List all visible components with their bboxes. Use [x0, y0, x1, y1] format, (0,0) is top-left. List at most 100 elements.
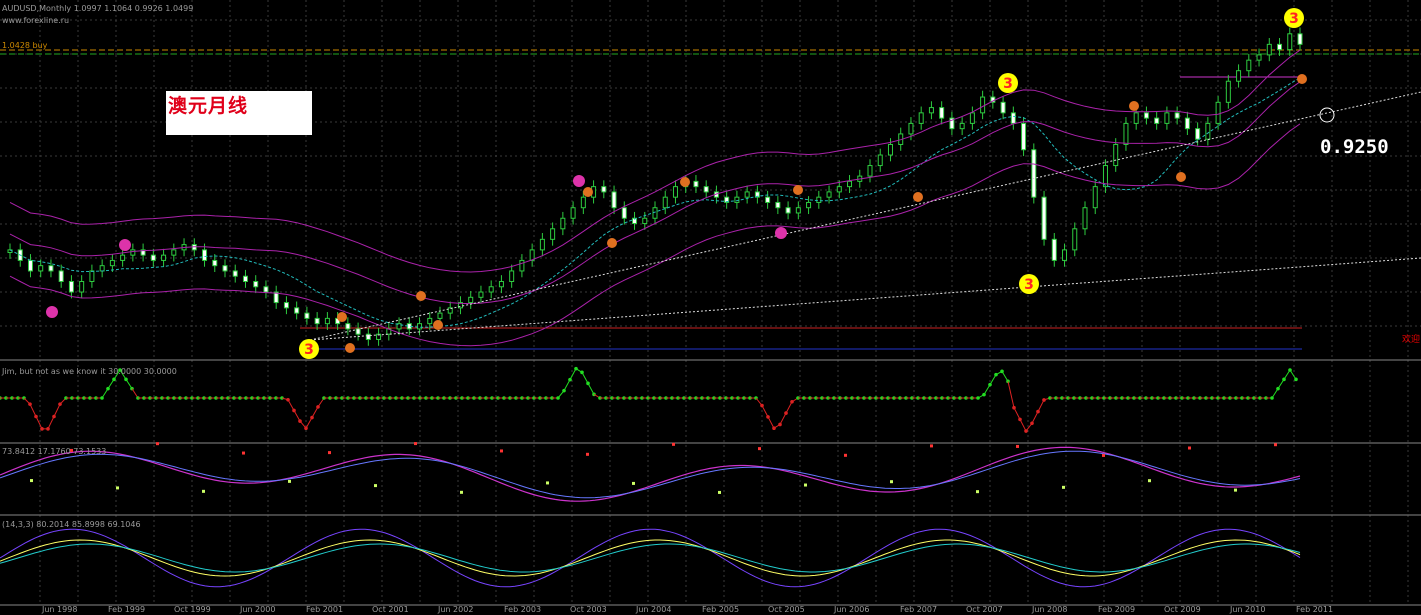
candle-body — [437, 312, 443, 319]
candle-body — [345, 323, 351, 330]
bollinger-outer-band — [9, 49, 1301, 273]
candle-body — [468, 296, 474, 304]
stoch-k-line — [0, 528, 1301, 588]
candle-body — [1287, 33, 1293, 51]
osc1-line — [29, 403, 37, 417]
fractal-marker — [345, 343, 355, 353]
osc2-signal-dot — [1274, 443, 1277, 447]
candle-body — [744, 191, 750, 198]
wave-3-label: 3 — [1024, 277, 1034, 293]
candle-body — [601, 186, 607, 193]
x-tick-label: Jun 2010 — [1230, 605, 1266, 614]
candle-body — [365, 333, 371, 340]
candle-body — [1041, 196, 1047, 240]
wave-3-label: 3 — [304, 342, 314, 358]
osc1-line — [287, 399, 295, 411]
x-tick-label: Feb 2003 — [504, 605, 542, 614]
candle-body — [1195, 128, 1201, 140]
osc1-line — [1031, 411, 1039, 424]
fractal-marker — [337, 312, 347, 322]
candle-body — [550, 228, 556, 240]
candle-body — [1225, 80, 1231, 103]
candle-body — [1297, 33, 1303, 45]
candle-body — [1236, 70, 1242, 82]
osc1-line — [1019, 419, 1027, 432]
osc1-line — [779, 412, 787, 425]
candle-body — [1266, 43, 1272, 56]
x-tick-label: Oct 2007 — [966, 605, 1003, 614]
candle-body — [1143, 112, 1149, 119]
osc1-line — [563, 379, 571, 391]
osc1-line — [569, 368, 577, 380]
candle-body — [1277, 43, 1283, 51]
wave-1-marker — [119, 239, 131, 251]
osc2-signal-dot — [328, 451, 331, 455]
candle-body — [27, 259, 33, 272]
osc2-signal-dot — [1234, 488, 1237, 492]
x-tick-label: Jun 2000 — [240, 605, 276, 614]
osc2-signal-dot — [890, 480, 893, 484]
candle-body — [611, 191, 617, 209]
source-text: www.forexline.ru — [2, 16, 70, 25]
stoch-signal-line — [0, 543, 1301, 573]
osc2-signal-dot — [758, 447, 761, 451]
candle-body — [1031, 149, 1037, 198]
osc1-line — [581, 372, 589, 384]
candle-body — [58, 270, 64, 282]
candle-body — [1092, 186, 1098, 209]
wave-1-marker — [46, 306, 58, 318]
osc2-signal-dot — [804, 483, 807, 487]
candle-body — [560, 217, 566, 230]
candle-body — [1154, 117, 1160, 124]
x-tick-label: Feb 2001 — [306, 605, 344, 614]
candle-body — [150, 254, 156, 261]
candle-body — [1164, 112, 1170, 124]
candle-body — [324, 317, 330, 325]
candle-body — [171, 249, 177, 256]
candle-body — [847, 180, 853, 188]
osc2-signal-dot — [202, 489, 205, 493]
candle-body — [1123, 122, 1129, 145]
candle-body — [417, 323, 423, 330]
fractal-marker — [1129, 101, 1139, 111]
x-tick-label: Feb 2009 — [1098, 605, 1136, 614]
osc1-dot — [46, 427, 50, 431]
candle-body — [38, 265, 44, 272]
x-tick-label: Oct 2005 — [768, 605, 805, 614]
candle-body — [765, 196, 771, 203]
candle-body — [908, 122, 914, 135]
candle-body — [304, 312, 310, 319]
osc1-line — [767, 416, 775, 429]
candle-body — [48, 265, 54, 272]
osc2-signal-dot — [930, 444, 933, 448]
candle-body — [212, 259, 218, 267]
osc1-dot — [562, 388, 566, 393]
osc2-signal-dot — [672, 442, 675, 446]
x-tick-label: Feb 1999 — [108, 605, 146, 614]
chart-window: 3 3 3 3 AUDUSD,Monthly 1.0997 1.1064 0.9926… — [0, 0, 1421, 615]
osc2-signal-dot — [460, 490, 463, 494]
candle-body — [253, 280, 259, 288]
x-tick-label: Jun 2004 — [636, 605, 672, 614]
x-tick-label: Feb 2007 — [900, 605, 938, 614]
osc2-signal-dot — [1188, 446, 1191, 450]
candle-body — [570, 207, 576, 219]
x-tick-label: Oct 1999 — [174, 605, 211, 614]
fractal-marker — [416, 291, 426, 301]
x-tick-label: Jun 2002 — [438, 605, 474, 614]
candle-body — [959, 122, 965, 130]
candle-body — [1021, 122, 1027, 151]
x-tick-label: Jun 2006 — [834, 605, 870, 614]
candle-body — [867, 165, 873, 177]
candle-body — [836, 186, 842, 193]
candle-body — [928, 107, 934, 114]
fractal-marker — [913, 192, 923, 202]
x-tick-label: Feb 2011 — [1296, 605, 1334, 614]
candle-body — [693, 180, 699, 188]
right-text: 欢迎 — [1402, 335, 1421, 345]
candle-body — [734, 196, 740, 203]
candle-body — [887, 143, 893, 156]
osc1-dot — [1294, 377, 1298, 382]
wave-1-marker — [573, 175, 585, 187]
candle-body — [263, 286, 269, 293]
